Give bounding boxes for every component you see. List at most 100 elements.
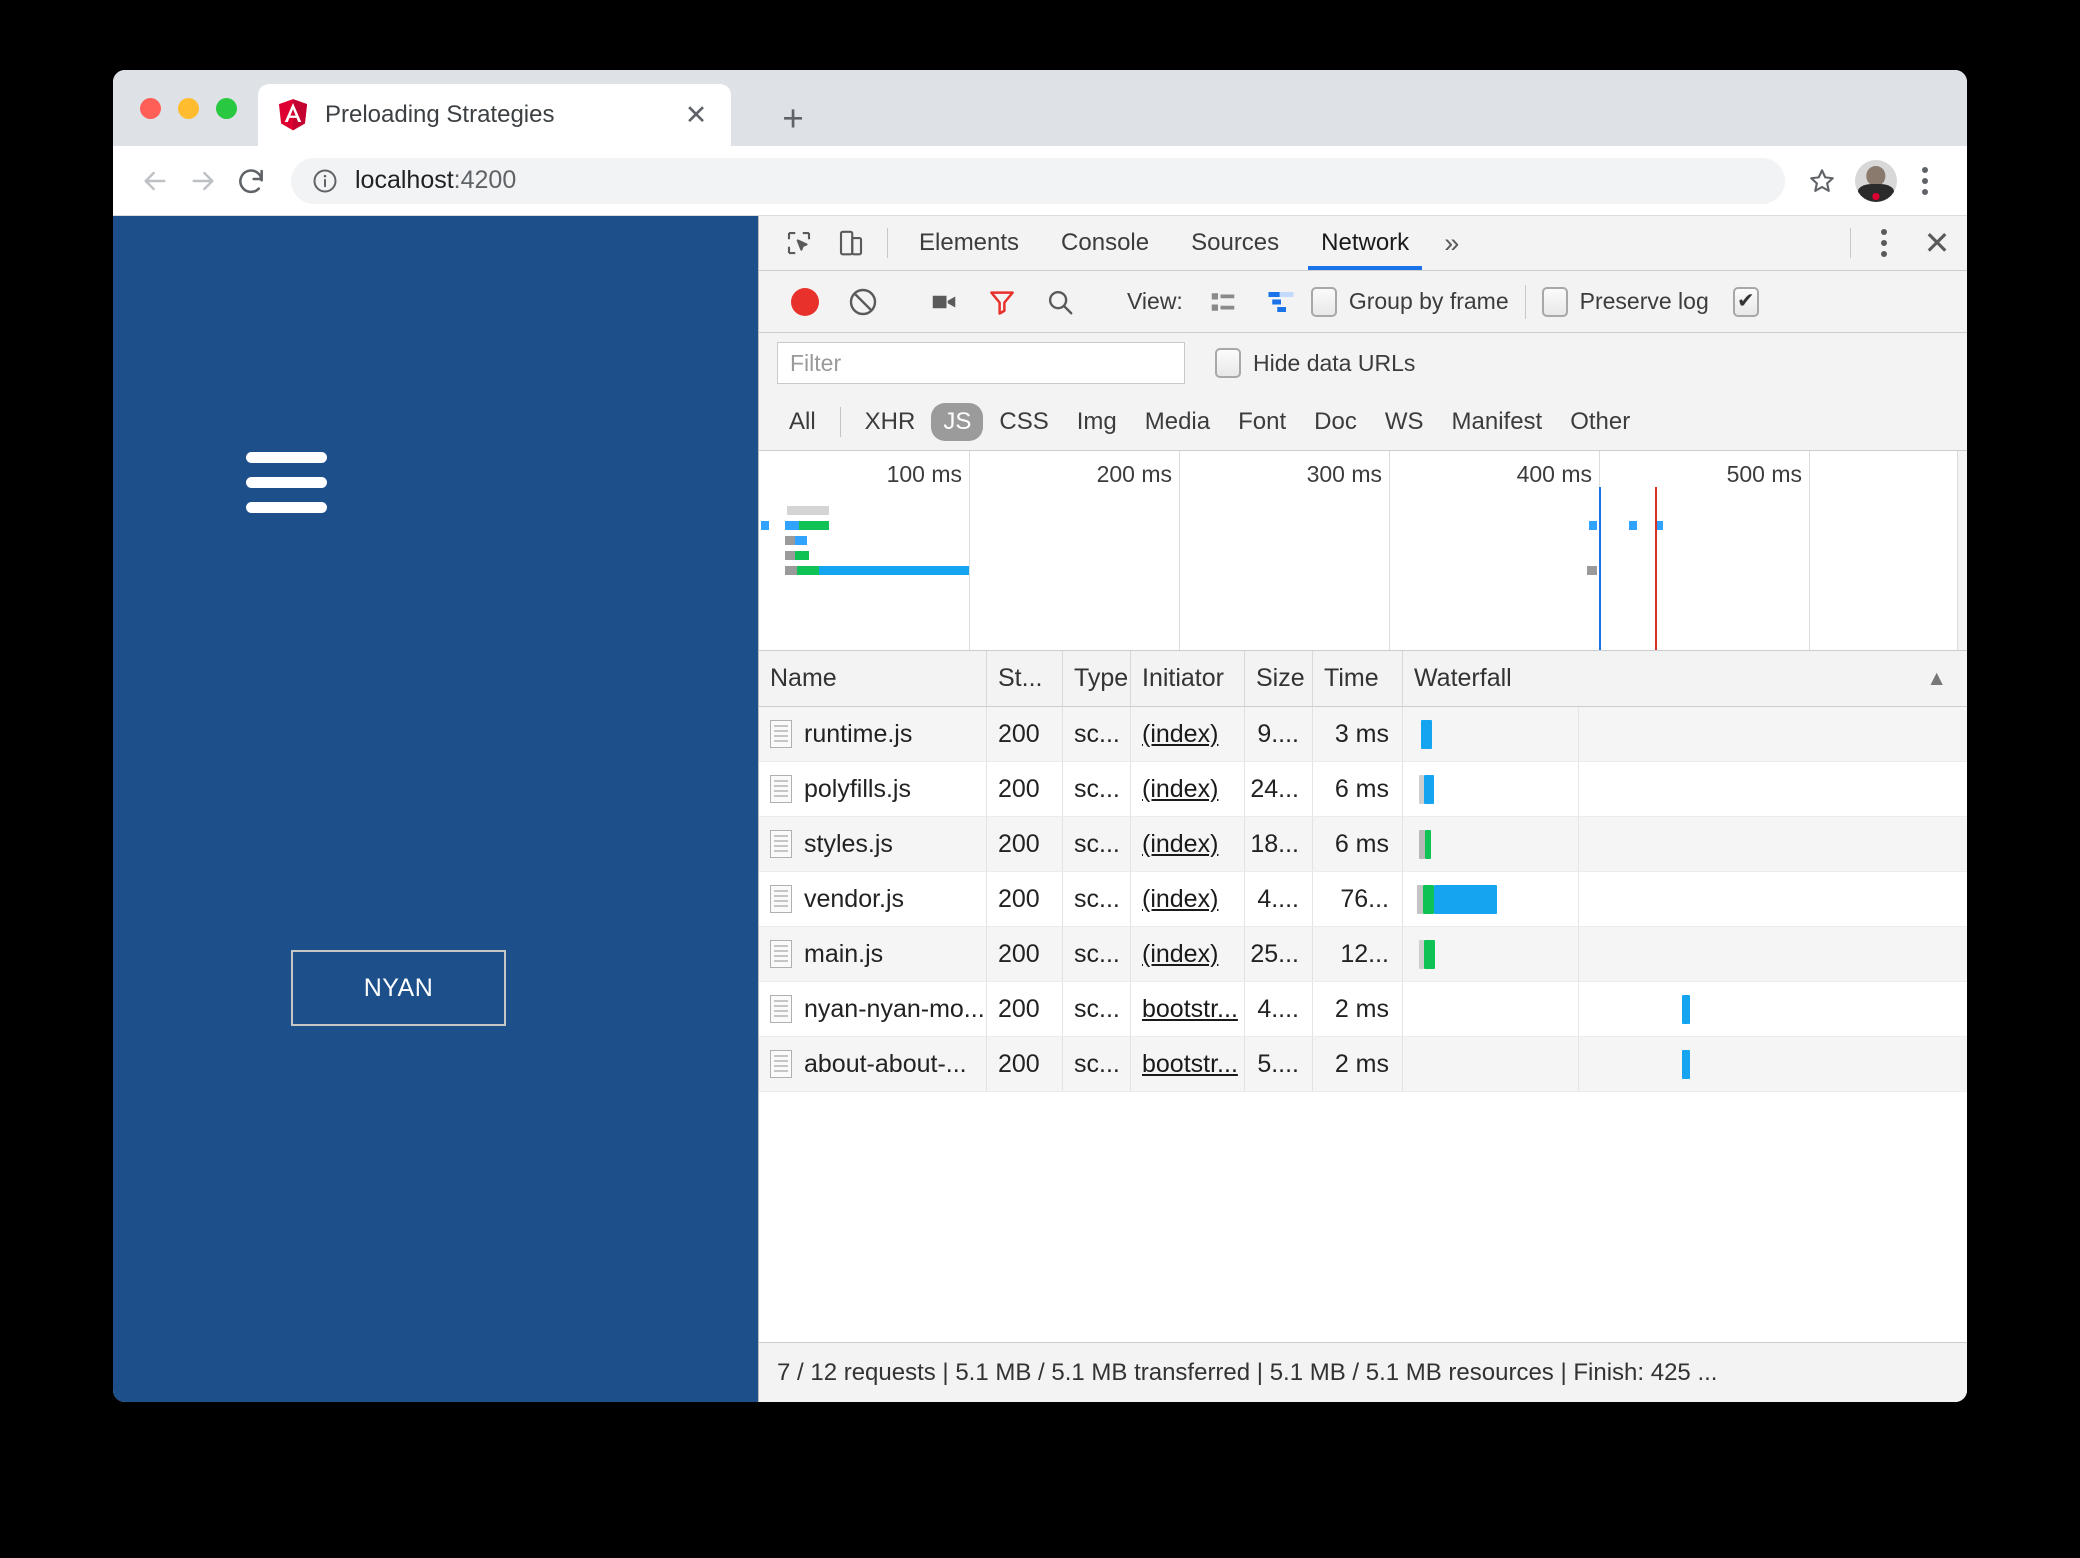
column-size[interactable]: Size [1245,651,1313,706]
chip-img[interactable]: Img [1065,403,1129,441]
script-file-icon [770,830,792,858]
script-file-icon [770,720,792,748]
table-row[interactable]: runtime.js 200 sc... (index) 9.... 3 ms [759,707,1967,762]
bookmark-star-icon[interactable] [1799,158,1845,204]
cell-initiator[interactable]: bootstr... [1131,982,1245,1036]
capture-screenshots-icon[interactable] [916,274,972,330]
network-status-bar: 7 / 12 requests | 5.1 MB / 5.1 MB transf… [759,1342,1967,1402]
overview-scrollbar[interactable] [1957,451,1967,650]
cell-initiator[interactable]: (index) [1131,927,1245,981]
info-icon[interactable] [311,167,339,195]
cell-name: styles.js [759,817,987,871]
overview-bar [795,551,809,560]
clear-icon[interactable] [835,274,891,330]
preserve-log-checkbox[interactable] [1541,286,1568,317]
browser-menu-icon[interactable] [1905,158,1945,204]
inspect-element-icon[interactable] [773,216,825,270]
table-row[interactable]: about-about-... 200 sc... bootstr... 5..… [759,1037,1967,1092]
cell-initiator[interactable]: (index) [1131,872,1245,926]
hide-data-urls-checkbox[interactable] [1215,348,1241,378]
tab-network[interactable]: Network [1300,216,1430,270]
group-by-frame-control[interactable]: Group by frame [1310,286,1509,317]
chip-xhr[interactable]: XHR [853,403,928,441]
address-bar[interactable]: localhost:4200 [291,157,1785,204]
more-tabs-icon[interactable]: » [1430,216,1473,270]
column-status[interactable]: St... [987,651,1063,706]
column-initiator[interactable]: Initiator [1131,651,1245,706]
network-overview[interactable]: 100 ms 200 ms 300 ms 400 ms 500 ms [759,451,1967,651]
sort-indicator: ▲ [1926,666,1947,690]
column-waterfall[interactable]: Waterfall ▲ [1403,651,1967,706]
hamburger-icon[interactable] [246,452,327,513]
cell-type: sc... [1063,872,1131,926]
chip-font[interactable]: Font [1226,403,1298,441]
chip-other[interactable]: Other [1558,403,1642,441]
new-tab-button[interactable]: + [773,98,813,138]
cell-waterfall [1403,762,1967,816]
cell-waterfall [1403,927,1967,981]
column-time[interactable]: Time [1313,651,1403,706]
cell-size: 9.... [1245,707,1313,761]
overview-tick-100: 100 ms [886,461,962,487]
minimize-window-button[interactable] [178,98,199,119]
tab-strip: Preloading Strategies ✕ + [113,70,1967,146]
cell-name: vendor.js [759,872,987,926]
device-toolbar-icon[interactable] [825,216,877,270]
cell-size: 25... [1245,927,1313,981]
devtools-close-icon[interactable]: ✕ [1907,216,1967,270]
close-icon[interactable]: ✕ [679,98,713,132]
nyan-button[interactable]: NYAN [291,950,506,1026]
reload-icon[interactable] [227,157,275,205]
column-type[interactable]: Type [1063,651,1131,706]
cell-type: sc... [1063,1037,1131,1091]
divider [1524,284,1526,319]
chip-manifest[interactable]: Manifest [1440,403,1555,441]
column-name[interactable]: Name [759,651,987,706]
cell-initiator[interactable]: bootstr... [1131,1037,1245,1091]
maximize-window-button[interactable] [216,98,237,119]
table-row[interactable]: nyan-nyan-mo... 200 sc... bootstr... 4..… [759,982,1967,1037]
filter-icon[interactable] [974,274,1030,330]
overview-bar [785,536,795,545]
back-icon[interactable] [131,157,179,205]
devtools-menu-icon[interactable] [1861,216,1907,270]
tab-sources[interactable]: Sources [1170,216,1300,270]
cell-size: 24... [1245,762,1313,816]
cell-name: nyan-nyan-mo... [759,982,987,1036]
resource-type-filters: All XHR JS CSS Img Media Font Doc WS Man… [759,393,1967,451]
chip-ws[interactable]: WS [1373,403,1436,441]
disable-cache-checkbox[interactable] [1732,286,1759,317]
tab-elements[interactable]: Elements [898,216,1040,270]
table-row[interactable]: polyfills.js 200 sc... (index) 24... 6 m… [759,762,1967,817]
devtools-tabbar: Elements Console Sources Network » ✕ [759,216,1967,271]
chip-all[interactable]: All [777,403,828,441]
list-view-icon[interactable] [1195,274,1251,330]
table-row[interactable]: main.js 200 sc... (index) 25... 12... [759,927,1967,982]
chip-doc[interactable]: Doc [1302,403,1369,441]
waterfall-view-icon[interactable] [1253,274,1309,330]
cell-initiator[interactable]: (index) [1131,762,1245,816]
group-by-frame-checkbox[interactable] [1310,286,1337,317]
disable-cache-control[interactable] [1732,286,1759,317]
chip-media[interactable]: Media [1133,403,1222,441]
chip-js[interactable]: JS [931,402,984,441]
cell-initiator[interactable]: (index) [1131,817,1245,871]
chip-css[interactable]: CSS [987,403,1060,441]
cell-name: about-about-... [759,1037,987,1091]
search-icon[interactable] [1032,274,1088,330]
waterfall-bar [1425,830,1431,859]
table-row[interactable]: styles.js 200 sc... (index) 18... 6 ms [759,817,1967,872]
record-button[interactable] [777,274,833,330]
cell-name: runtime.js [759,707,987,761]
browser-tab[interactable]: Preloading Strategies ✕ [258,84,731,146]
hide-data-urls-control[interactable]: Hide data URLs [1215,348,1415,378]
preserve-log-control[interactable]: Preserve log [1541,286,1709,317]
cell-initiator[interactable]: (index) [1131,707,1245,761]
preserve-log-label: Preserve log [1579,288,1709,314]
filter-input[interactable] [777,342,1185,384]
table-row[interactable]: vendor.js 200 sc... (index) 4.... 76... [759,872,1967,927]
close-window-button[interactable] [140,98,161,119]
avatar[interactable] [1855,159,1897,202]
forward-icon[interactable] [179,157,227,205]
tab-console[interactable]: Console [1040,216,1170,270]
